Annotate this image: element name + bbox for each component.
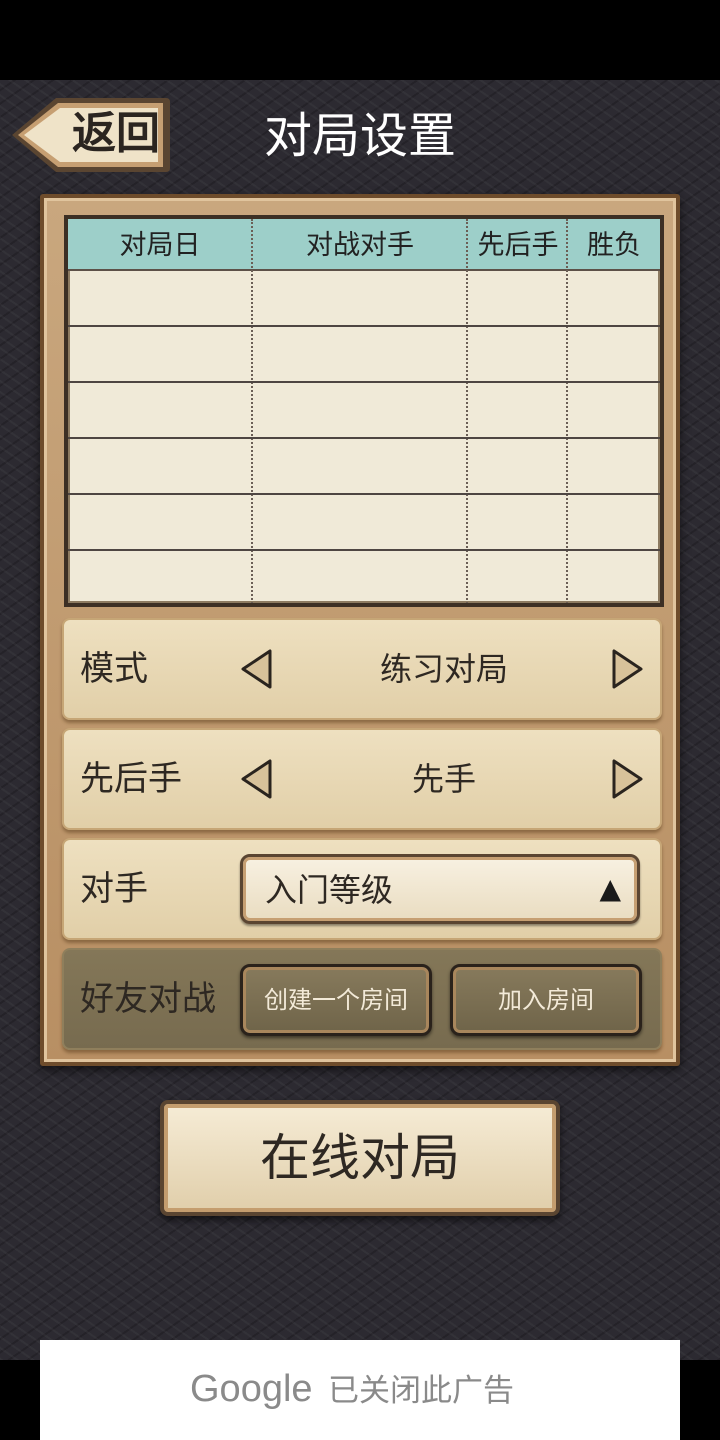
- mode-label: 模式: [80, 649, 148, 689]
- mode-prev-arrow-icon[interactable]: [240, 648, 274, 690]
- column-header-opponent: 对战对手: [306, 230, 414, 261]
- status-bar: [0, 0, 720, 80]
- dropdown-triangle-icon: ▲: [599, 872, 621, 905]
- page-title: 对局设置: [263, 108, 456, 164]
- mode-next-arrow-icon[interactable]: [610, 648, 644, 690]
- opponent-value: 入门等级: [265, 871, 394, 909]
- ad-banner: Google 已关闭此广告: [40, 1340, 680, 1440]
- table-row-line: [68, 437, 660, 439]
- google-logo: Google: [190, 1368, 313, 1410]
- friend-match-row: 好友对战 创建一个房间 加入房间: [62, 948, 662, 1050]
- table-row-line: [68, 381, 660, 383]
- friend-match-label: 好友对战: [80, 979, 216, 1019]
- order-value: 先手: [411, 760, 476, 798]
- table-row-line: [68, 325, 660, 327]
- create-room-button[interactable]: 创建一个房间: [240, 964, 432, 1036]
- mode-value: 练习对局: [379, 650, 508, 688]
- back-label: 返回: [72, 108, 160, 159]
- ad-closed-text: 已关闭此广告: [328, 1373, 514, 1409]
- back-button[interactable]: 返回: [8, 95, 172, 175]
- table-row-line: [68, 549, 660, 551]
- opponent-label: 对手: [80, 869, 148, 909]
- column-header-result: 胜负: [587, 230, 641, 261]
- column-header-date: 对局日: [119, 230, 201, 261]
- settings-panel: 对局日 对战对手 先后手 胜负 模式 练习对局 先后手 先手 对手 入门等级 ▲…: [40, 194, 680, 1066]
- match-record-table: 对局日 对战对手 先后手 胜负: [64, 215, 664, 607]
- opponent-dropdown[interactable]: 入门等级 ▲: [240, 854, 640, 924]
- opponent-setting-row: 对手 入门等级 ▲: [62, 838, 662, 940]
- order-label: 先后手: [80, 759, 182, 799]
- order-setting-row: 先后手 先手: [62, 728, 662, 830]
- online-match-button[interactable]: 在线对局: [160, 1100, 560, 1216]
- order-prev-arrow-icon[interactable]: [240, 758, 274, 800]
- mode-setting-row: 模式 练习对局: [62, 618, 662, 720]
- order-next-arrow-icon[interactable]: [610, 758, 644, 800]
- table-header: 对局日 对战对手 先后手 胜负: [68, 219, 660, 271]
- join-room-button[interactable]: 加入房间: [450, 964, 642, 1036]
- table-row-line: [68, 493, 660, 495]
- column-header-order: 先后手: [477, 230, 559, 261]
